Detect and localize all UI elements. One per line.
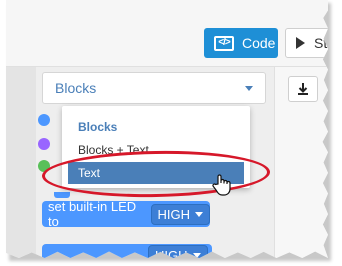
play-icon (296, 37, 305, 49)
category-strip (6, 67, 36, 258)
block-notch (54, 192, 70, 198)
editor-mode-value: Blocks (55, 80, 97, 96)
category-dot-motion[interactable] (38, 114, 50, 126)
led-value: HIGH (157, 206, 191, 222)
download-icon (298, 83, 308, 95)
set-led-block[interactable]: set built-in LED to HIGH (42, 199, 210, 229)
category-dot-looks[interactable] (38, 138, 50, 150)
app-card: </> Code St Blocks set built-in LED to H… (6, 0, 328, 258)
start-button[interactable]: St (285, 28, 328, 58)
hand-cursor-icon (212, 174, 231, 196)
chevron-down-icon (195, 211, 203, 217)
code-button[interactable]: </> Code (204, 28, 278, 58)
set-led-label: set built-in LED to (48, 199, 137, 229)
led-value-dropdown[interactable]: HIGH (150, 203, 210, 225)
code-brackets-icon: </> (214, 35, 234, 51)
download-button[interactable] (288, 76, 318, 102)
chevron-down-icon (245, 86, 253, 91)
editor-mode-select[interactable]: Blocks (42, 72, 266, 104)
top-toolbar: </> Code St (6, 0, 328, 67)
code-button-label: Code (242, 35, 276, 51)
menu-option-blocks[interactable]: Blocks (68, 116, 244, 138)
